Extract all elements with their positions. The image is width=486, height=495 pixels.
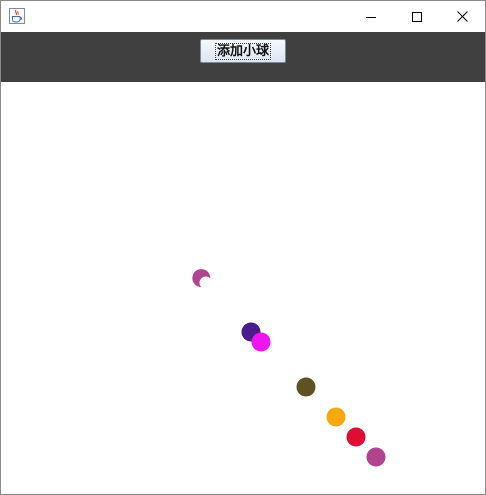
ball (251, 332, 271, 352)
app-window: 添加小球 (0, 0, 486, 495)
title-bar[interactable] (1, 1, 485, 32)
close-button[interactable] (439, 1, 485, 32)
ball (192, 269, 211, 288)
ball (296, 377, 316, 397)
add-ball-button-label: 添加小球 (214, 42, 271, 60)
ball (346, 427, 366, 447)
add-ball-button[interactable]: 添加小球 (200, 39, 286, 63)
ball-canvas[interactable] (1, 82, 485, 494)
minimize-button[interactable] (348, 1, 394, 32)
toolbar: 添加小球 (1, 32, 485, 82)
ball-canvas-svg (192, 269, 386, 467)
java-coffee-cup-icon (9, 8, 25, 24)
ball (366, 447, 386, 467)
minimize-icon (366, 16, 376, 18)
close-icon (456, 11, 468, 22)
maximize-icon (412, 11, 422, 22)
maximize-button[interactable] (394, 1, 440, 32)
ball (326, 407, 346, 427)
